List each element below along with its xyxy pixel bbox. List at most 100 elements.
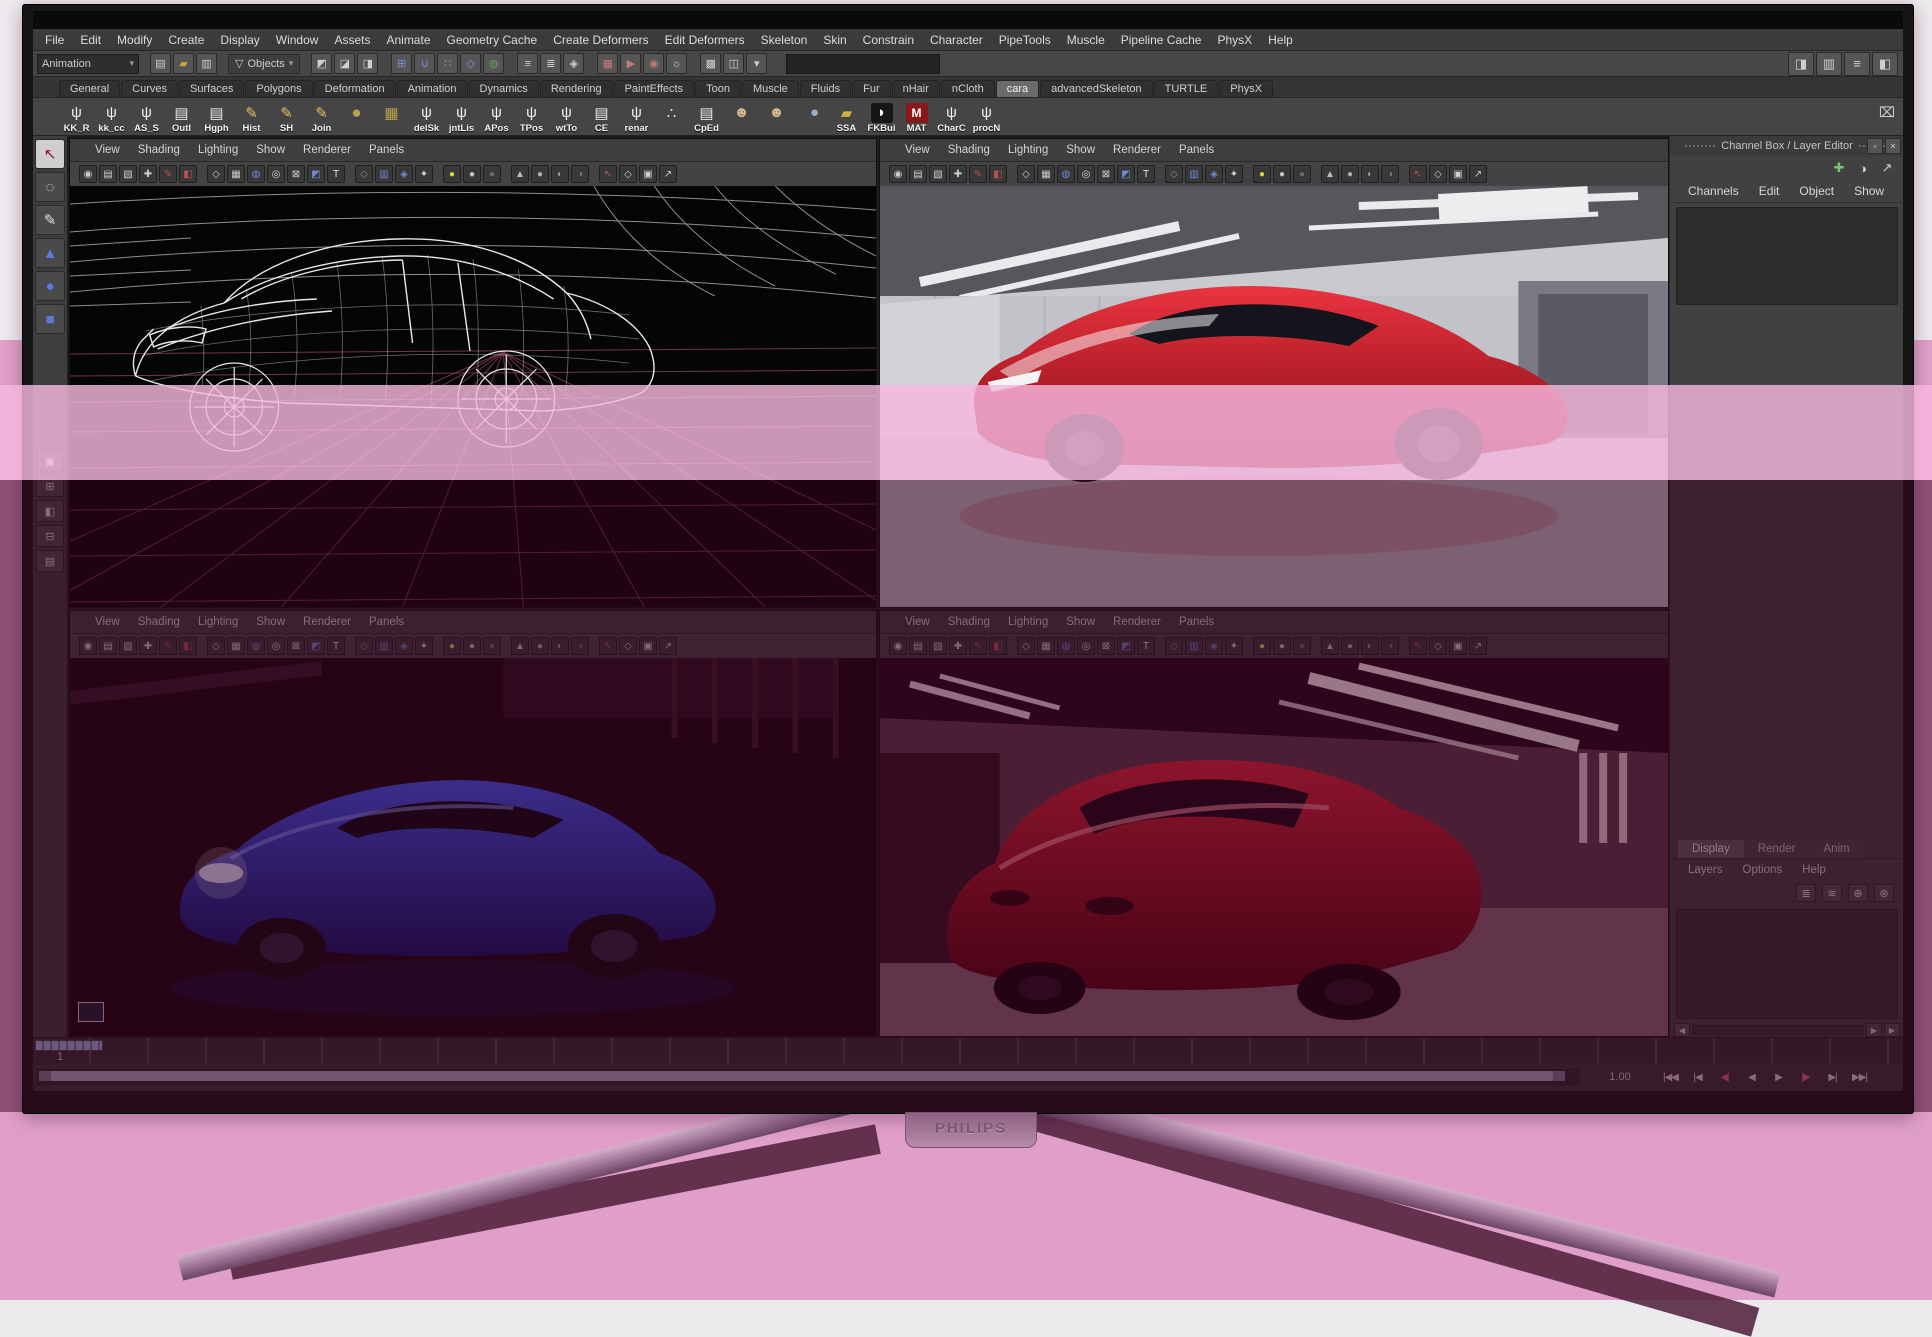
- viewport-menu-item[interactable]: Show: [1057, 616, 1104, 628]
- shelf-delete-icon[interactable]: ⌧: [1877, 102, 1897, 122]
- shelf-item-ce[interactable]: CE: [584, 100, 619, 134]
- go-to-start-button[interactable]: |◀◀: [1657, 1066, 1684, 1088]
- select-hierarchy-button[interactable]: ◩: [311, 53, 332, 74]
- menu-item[interactable]: Assets: [326, 33, 378, 47]
- shelf-item-mat[interactable]: MAT: [899, 100, 934, 134]
- isolate-select-icon[interactable]: ◇: [1165, 637, 1183, 655]
- light-dim-icon[interactable]: ●: [1293, 637, 1311, 655]
- camera-attributes-icon[interactable]: ◉: [889, 165, 907, 183]
- layout-single-pane-button[interactable]: ▣: [36, 450, 64, 472]
- channel-box-toggle[interactable]: ◧: [1872, 52, 1898, 76]
- layer-editor-menu-item[interactable]: Layers: [1678, 864, 1733, 876]
- sphere-half-icon[interactable]: ◐: [1361, 637, 1379, 655]
- menu-item[interactable]: Help: [1260, 33, 1301, 47]
- shelf-item-kk-cc[interactable]: kk_cc: [94, 100, 129, 134]
- snapshot-icon[interactable]: ◧: [179, 637, 197, 655]
- exposure-icon[interactable]: ✦: [1225, 165, 1243, 183]
- shelf-tab[interactable]: PhysX: [1219, 80, 1273, 97]
- xray-joints-icon[interactable]: ◈: [395, 165, 413, 183]
- all-lights-icon[interactable]: ◎: [1077, 165, 1095, 183]
- viewport-scene-wireframe-car[interactable]: [70, 186, 876, 607]
- pick-arrow-icon[interactable]: ↗: [1878, 159, 1896, 177]
- menu-set-selector[interactable]: Animation ▾: [37, 54, 139, 74]
- viewport-menu-item[interactable]: Lighting: [189, 616, 247, 628]
- shadows-icon[interactable]: ⊠: [287, 637, 305, 655]
- construction-history-button[interactable]: ◈: [563, 53, 584, 74]
- cube-view-icon[interactable]: ◇: [1429, 637, 1447, 655]
- wireframe-mode-icon[interactable]: ◇: [207, 637, 225, 655]
- viewport-scene-red-car-garage[interactable]: [880, 186, 1668, 607]
- shadows-icon[interactable]: ⊠: [1097, 165, 1115, 183]
- sphere-shade-icon[interactable]: ●: [531, 165, 549, 183]
- shelf-item-proc-n[interactable]: procN: [969, 100, 1004, 134]
- sphere-half-icon[interactable]: ◐: [551, 637, 569, 655]
- ambient-occlusion-icon[interactable]: ◩: [1117, 637, 1135, 655]
- layer-editor-tab[interactable]: Render: [1744, 840, 1810, 858]
- manipulator-icon[interactable]: ✚: [1830, 159, 1848, 177]
- menu-item[interactable]: File: [37, 33, 72, 47]
- shelf-tab[interactable]: cara: [996, 80, 1039, 97]
- viewport-top-right[interactable]: ViewShadingLightingShowRendererPanels ◉▤…: [879, 138, 1669, 608]
- viewport-menu-item[interactable]: Renderer: [1104, 616, 1170, 628]
- light-dim-icon[interactable]: ●: [483, 637, 501, 655]
- menu-item[interactable]: Display: [212, 33, 267, 47]
- isolate-select-icon[interactable]: ◇: [1165, 165, 1183, 183]
- menu-item[interactable]: Create: [160, 33, 212, 47]
- grease-pencil-icon[interactable]: ✎: [969, 165, 987, 183]
- shelf-tab[interactable]: Muscle: [742, 80, 799, 97]
- isolate-select-icon[interactable]: ◇: [355, 637, 373, 655]
- light-dim-icon[interactable]: ●: [1293, 165, 1311, 183]
- shelf-item-join[interactable]: Join: [304, 100, 339, 134]
- snapshot-icon[interactable]: ◧: [989, 637, 1007, 655]
- render-settings-button[interactable]: ☼: [666, 53, 687, 74]
- layers-sort-icon[interactable]: ≋: [1822, 884, 1842, 902]
- scale-tool[interactable]: ■: [35, 304, 65, 334]
- select-component-button[interactable]: ◨: [357, 53, 378, 74]
- shelf-tab[interactable]: Dynamics: [469, 80, 539, 97]
- layout-hypershade-button[interactable]: ▤: [36, 550, 64, 572]
- layer-editor-menu-item[interactable]: Help: [1792, 864, 1836, 876]
- ambient-occlusion-icon[interactable]: ◩: [307, 637, 325, 655]
- menu-item[interactable]: PhysX: [1209, 33, 1260, 47]
- play-backwards-button[interactable]: ◀: [1738, 1066, 1765, 1088]
- shelf-item-delete-skeleton[interactable]: delSk: [409, 100, 444, 134]
- lasso-select-tool[interactable]: ◌: [35, 172, 65, 202]
- headlamp-icon[interactable]: ▲: [511, 637, 529, 655]
- play-forwards-button[interactable]: ▶: [1765, 1066, 1792, 1088]
- channel-box-menu-item[interactable]: Show: [1844, 184, 1894, 198]
- exposure-icon[interactable]: ✦: [1225, 637, 1243, 655]
- texture-paint-button[interactable]: ▩: [700, 53, 721, 74]
- viewport-menu-item[interactable]: View: [896, 616, 939, 628]
- shelf-item-sh[interactable]: SH: [269, 100, 304, 134]
- step-back-frame-button[interactable]: |◀: [1684, 1066, 1711, 1088]
- snap-curve-button[interactable]: ∪: [414, 53, 435, 74]
- exposure-icon[interactable]: ✦: [415, 637, 433, 655]
- panel-close-button[interactable]: ×: [1885, 138, 1901, 154]
- shelf-tab[interactable]: Animation: [397, 80, 468, 97]
- snap-plane-button[interactable]: ◇: [460, 53, 481, 74]
- menu-item[interactable]: Muscle: [1059, 33, 1113, 47]
- all-lights-icon[interactable]: ◎: [267, 637, 285, 655]
- shelf-tab[interactable]: Curves: [121, 80, 178, 97]
- share-view-icon[interactable]: ↗: [1469, 165, 1487, 183]
- shelf-item-rename[interactable]: renar: [619, 100, 654, 134]
- ambient-occlusion-icon[interactable]: ◩: [307, 165, 325, 183]
- channel-box-menu-item[interactable]: Channels: [1678, 184, 1749, 198]
- shelf-item-component-editor[interactable]: CpEd: [689, 100, 724, 134]
- menu-item[interactable]: Skeleton: [753, 33, 816, 47]
- all-lights-icon[interactable]: ◎: [1077, 637, 1095, 655]
- cube-view-icon[interactable]: ◇: [619, 165, 637, 183]
- viewport-menu-item[interactable]: Show: [247, 144, 294, 156]
- menu-item[interactable]: Create Deformers: [545, 33, 656, 47]
- shelf-tab[interactable]: Fluids: [800, 80, 851, 97]
- open-scene-button[interactable]: ▰: [173, 53, 194, 74]
- step-forward-key-button[interactable]: |▶: [1792, 1066, 1819, 1088]
- two-d-pan-zoom-icon[interactable]: ✚: [139, 165, 157, 183]
- viewport-menu-item[interactable]: Renderer: [294, 616, 360, 628]
- modeling-toolkit-toggle[interactable]: ◨: [1788, 52, 1814, 76]
- go-to-end-button[interactable]: ▶▶|: [1846, 1066, 1873, 1088]
- viewport-menu-item[interactable]: Panels: [360, 144, 413, 156]
- ambient-occlusion-icon[interactable]: ◩: [1117, 165, 1135, 183]
- pick-object-icon[interactable]: ↖: [1409, 165, 1427, 183]
- time-slider[interactable]: 1: [33, 1037, 1903, 1064]
